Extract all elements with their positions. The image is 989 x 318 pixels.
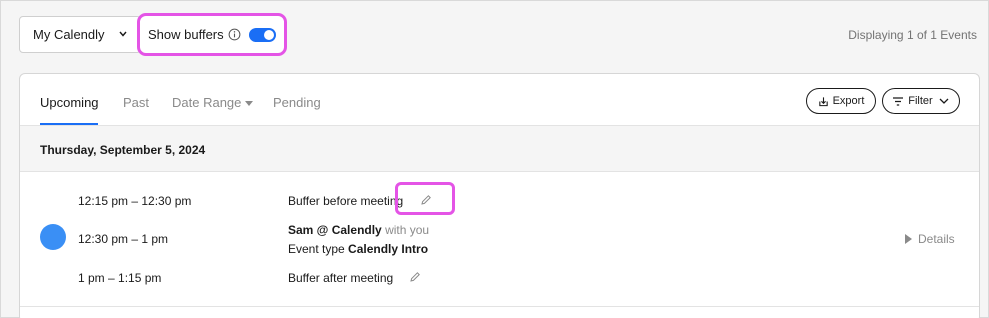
filter-label: Filter xyxy=(908,95,933,107)
event-type-value: Calendly Intro xyxy=(348,242,429,256)
meeting-title-line[interactable]: Sam @ Calendly with you xyxy=(288,223,429,237)
chevron-down-icon xyxy=(939,98,949,104)
info-icon[interactable] xyxy=(228,28,241,41)
date-header: Thursday, September 5, 2024 xyxy=(20,125,979,172)
meeting-time: 12:30 pm – 1 pm xyxy=(78,232,169,246)
details-button[interactable]: Details xyxy=(905,232,955,246)
calendar-select[interactable]: My Calendly xyxy=(19,16,141,53)
event-type-line: Event type Calendly Intro xyxy=(288,242,428,256)
page-frame: My Calendly Show buffers Displaying 1 of… xyxy=(0,0,989,318)
export-button[interactable]: Export xyxy=(806,88,876,114)
edit-buffer-highlight xyxy=(395,182,455,215)
pencil-icon[interactable] xyxy=(409,271,421,283)
caret-down-icon xyxy=(245,101,254,107)
chevron-down-icon xyxy=(119,31,127,37)
buffer-after-time: 1 pm – 1:15 pm xyxy=(78,271,162,285)
date-header-text: Thursday, September 5, 2024 xyxy=(40,143,206,157)
export-icon xyxy=(818,96,828,106)
play-triangle-icon xyxy=(905,234,912,244)
tab-date-range-label: Date Range xyxy=(172,95,242,110)
tab-date-range[interactable]: Date Range xyxy=(172,95,254,110)
toggle-knob xyxy=(263,29,274,40)
tab-past[interactable]: Past xyxy=(123,95,149,110)
tab-pending[interactable]: Pending xyxy=(273,95,321,110)
tabs-bar: Upcoming Past Date Range Pending Export xyxy=(20,74,979,126)
show-buffers-control: Show buffers xyxy=(137,13,287,56)
calendar-select-value: My Calendly xyxy=(33,27,105,42)
event-color-dot xyxy=(40,224,66,250)
event-type-prefix: Event type xyxy=(288,242,349,256)
buffer-after-label: Buffer after meeting xyxy=(288,271,394,285)
meeting-title: Sam @ Calendly xyxy=(288,223,382,237)
filter-button[interactable]: Filter xyxy=(882,88,960,114)
events-card: Upcoming Past Date Range Pending Export xyxy=(19,73,980,318)
tab-upcoming[interactable]: Upcoming xyxy=(40,95,99,110)
row-divider xyxy=(20,306,979,307)
export-label: Export xyxy=(832,95,865,107)
filter-icon xyxy=(893,96,904,106)
buffer-before-label: Buffer before meeting xyxy=(288,194,404,208)
details-label: Details xyxy=(918,232,955,246)
meeting-with: with you xyxy=(381,223,430,237)
events-count-text: Displaying 1 of 1 Events xyxy=(848,28,977,42)
buffer-before-time: 12:15 pm – 12:30 pm xyxy=(78,194,192,208)
show-buffers-toggle[interactable] xyxy=(248,27,276,42)
show-buffers-label: Show buffers xyxy=(148,27,224,42)
